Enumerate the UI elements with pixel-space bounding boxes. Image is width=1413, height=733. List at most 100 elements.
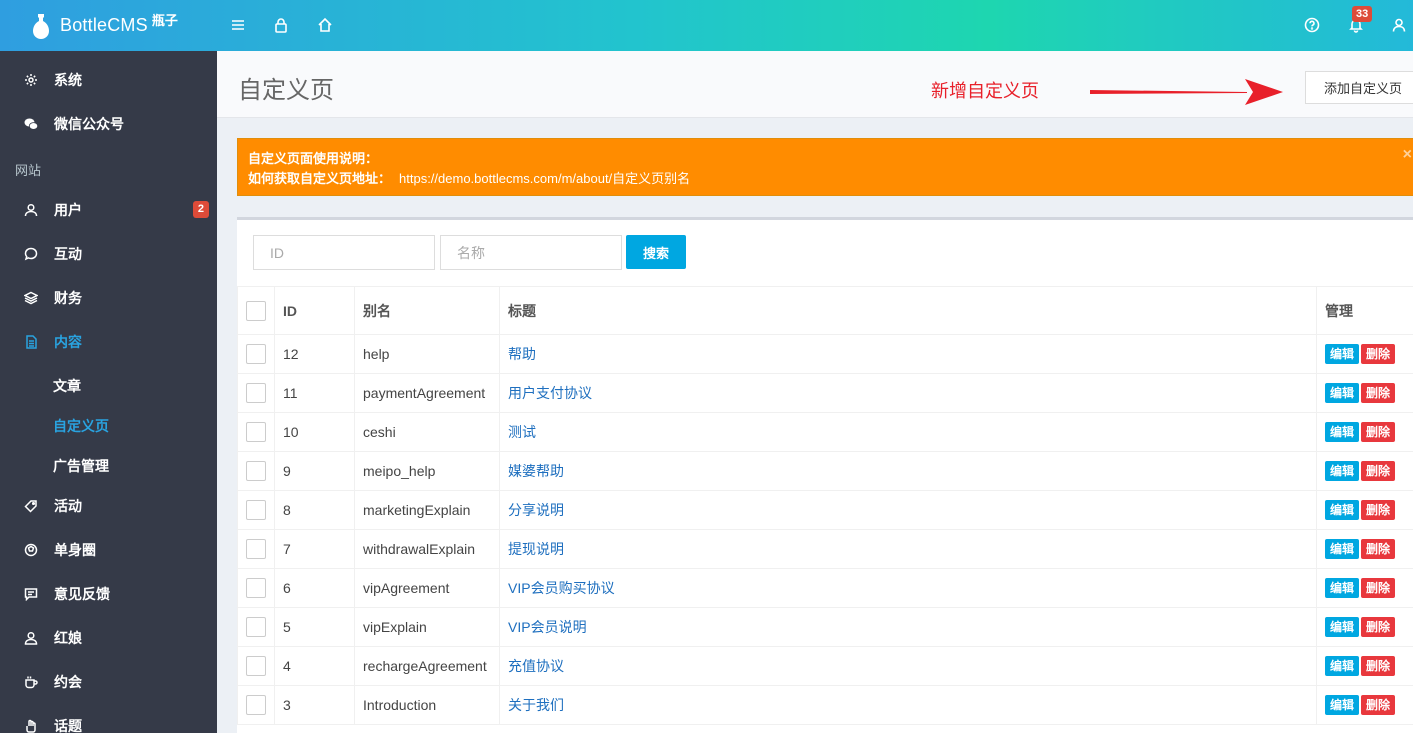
row-checkbox[interactable] xyxy=(246,422,266,442)
delete-button[interactable]: 删除 xyxy=(1361,656,1396,676)
row-id: 11 xyxy=(274,373,355,413)
brand-logo-link[interactable]: BottleCMS 瓶子 xyxy=(0,0,217,51)
sidebar-item-label: 约会 xyxy=(54,674,82,690)
row-alias: marketingExplain xyxy=(354,490,500,530)
row-title-link[interactable]: VIP会员购买协议 xyxy=(508,580,615,596)
row-title-cell: 媒婆帮助 xyxy=(499,451,1317,491)
custom-pages-table: ID 别名 标题 管理 12 help 帮助 编辑 删除 11 paymentAgreeme… xyxy=(237,286,1413,725)
search-id-input[interactable]: ID xyxy=(253,235,435,270)
row-title-link[interactable]: 媒婆帮助 xyxy=(508,463,564,479)
edit-button[interactable]: 编辑 xyxy=(1325,500,1360,520)
delete-button[interactable]: 删除 xyxy=(1361,344,1396,364)
row-title-link[interactable]: 分享说明 xyxy=(508,502,564,518)
row-title-link[interactable]: VIP会员说明 xyxy=(508,619,587,635)
edit-button[interactable]: 编辑 xyxy=(1325,695,1360,715)
row-id: 9 xyxy=(274,451,355,491)
search-button[interactable]: 搜索 xyxy=(626,235,686,269)
alert-url-label: 如何获取自定义页地址： xyxy=(248,171,392,186)
sidebar-item-feedback[interactable]: 意见反馈 xyxy=(0,574,217,614)
sidebar-item-system[interactable]: 系统 xyxy=(0,60,217,100)
row-title-link[interactable]: 关于我们 xyxy=(508,697,564,713)
row-actions: 编辑 删除 xyxy=(1316,490,1413,530)
row-actions: 编辑 删除 xyxy=(1316,646,1413,686)
row-id: 8 xyxy=(274,490,355,530)
menu-toggle-icon[interactable] xyxy=(227,14,249,36)
sidebar-item-label: 内容 xyxy=(54,334,82,350)
row-checkbox[interactable] xyxy=(246,461,266,481)
edit-button[interactable]: 编辑 xyxy=(1325,617,1360,637)
sidebar-item-singles[interactable]: 单身圈 xyxy=(0,530,217,570)
add-custom-page-button[interactable]: 添加自定义页 xyxy=(1305,71,1413,104)
table-row: 9 meipo_help 媒婆帮助 编辑 删除 xyxy=(237,451,1413,491)
alert-close-button[interactable]: × xyxy=(1403,145,1412,165)
row-alias: paymentAgreement xyxy=(354,373,500,413)
row-checkbox[interactable] xyxy=(246,344,266,364)
row-id: 7 xyxy=(274,529,355,569)
table-row: 6 vipAgreement VIP会员购买协议 编辑 删除 xyxy=(237,568,1413,608)
delete-button[interactable]: 删除 xyxy=(1361,695,1396,715)
row-checkbox[interactable] xyxy=(246,695,266,715)
delete-button[interactable]: 删除 xyxy=(1361,500,1396,520)
sidebar-item-label: 单身圈 xyxy=(54,542,96,558)
edit-button[interactable]: 编辑 xyxy=(1325,539,1360,559)
edit-button[interactable]: 编辑 xyxy=(1325,383,1360,403)
row-checkbox[interactable] xyxy=(246,500,266,520)
row-title-link[interactable]: 帮助 xyxy=(508,346,536,362)
edit-button[interactable]: 编辑 xyxy=(1325,656,1360,676)
sidebar-subitem-custom-pages[interactable]: 自定义页 xyxy=(53,416,109,436)
select-all-checkbox[interactable] xyxy=(246,300,266,321)
home-icon[interactable] xyxy=(314,14,336,36)
delete-button[interactable]: 删除 xyxy=(1361,383,1396,403)
row-checkbox[interactable] xyxy=(246,617,266,637)
row-title-cell: 用户支付协议 xyxy=(499,373,1317,413)
delete-button[interactable]: 删除 xyxy=(1361,422,1396,442)
row-id: 12 xyxy=(274,334,355,374)
edit-button[interactable]: 编辑 xyxy=(1325,422,1360,442)
help-icon[interactable] xyxy=(1301,14,1323,36)
sidebar-item-matchmaker[interactable]: 红娘 xyxy=(0,618,217,658)
row-checkbox[interactable] xyxy=(246,539,266,559)
sidebar-item-topics[interactable]: 话题 xyxy=(0,706,217,733)
row-checkbox[interactable] xyxy=(246,383,266,403)
sidebar-item-dating[interactable]: 约会 xyxy=(0,662,217,702)
row-checkbox[interactable] xyxy=(246,578,266,598)
sidebar-item-users[interactable]: 用户 2 xyxy=(0,190,217,230)
edit-button[interactable]: 编辑 xyxy=(1325,344,1360,364)
sidebar-item-interaction[interactable]: 互动 xyxy=(0,234,217,274)
edit-button[interactable]: 编辑 xyxy=(1325,578,1360,598)
user-icon xyxy=(24,203,38,217)
sidebar-subitem-articles[interactable]: 文章 xyxy=(53,376,81,396)
delete-button[interactable]: 删除 xyxy=(1361,578,1396,598)
row-select-cell xyxy=(237,685,275,725)
gear-icon xyxy=(24,73,38,87)
sidebar-subitem-ads[interactable]: 广告管理 xyxy=(53,456,109,476)
row-actions: 编辑 删除 xyxy=(1316,334,1413,374)
table-row: 10 ceshi 测试 编辑 删除 xyxy=(237,412,1413,452)
row-actions: 编辑 删除 xyxy=(1316,529,1413,569)
delete-button[interactable]: 删除 xyxy=(1361,461,1396,481)
delete-button[interactable]: 删除 xyxy=(1361,617,1396,637)
sidebar-item-content[interactable]: 内容 xyxy=(0,322,217,362)
sidebar-item-finance[interactable]: 财务 xyxy=(0,278,217,318)
sidebar-item-activities[interactable]: 活动 xyxy=(0,486,217,526)
search-name-input[interactable]: 名称 xyxy=(440,235,622,270)
row-checkbox[interactable] xyxy=(246,656,266,676)
row-select-cell xyxy=(237,568,275,608)
edit-button[interactable]: 编辑 xyxy=(1325,461,1360,481)
row-actions: 编辑 删除 xyxy=(1316,568,1413,608)
row-title-link[interactable]: 充值协议 xyxy=(508,658,564,674)
row-id: 10 xyxy=(274,412,355,452)
row-actions: 编辑 删除 xyxy=(1316,607,1413,647)
row-select-cell xyxy=(237,607,275,647)
row-title-link[interactable]: 测试 xyxy=(508,424,536,440)
usage-info-alert: 自定义页面使用说明： 如何获取自定义页地址： https://demo.bottl… xyxy=(237,138,1413,196)
select-all-cell xyxy=(237,286,275,335)
lock-icon[interactable] xyxy=(270,14,292,36)
user-account-icon[interactable] xyxy=(1388,14,1410,36)
sidebar-item-wechat[interactable]: 微信公众号 xyxy=(0,104,217,144)
row-title-link[interactable]: 提现说明 xyxy=(508,541,564,557)
brand-sup: 瓶子 xyxy=(151,13,178,28)
hand-icon xyxy=(24,719,38,733)
delete-button[interactable]: 删除 xyxy=(1361,539,1396,559)
row-title-link[interactable]: 用户支付协议 xyxy=(508,385,592,401)
